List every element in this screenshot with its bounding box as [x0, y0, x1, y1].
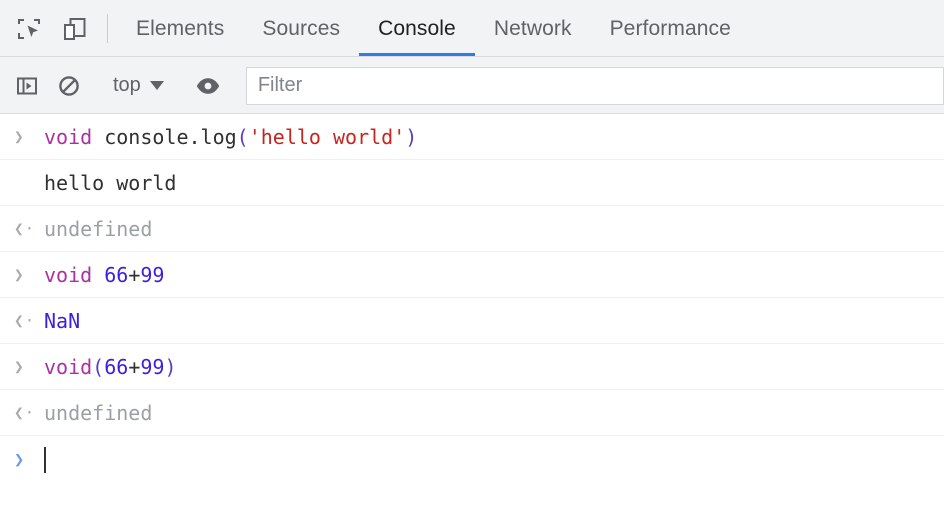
tab-network[interactable]: Network: [475, 0, 591, 57]
token-number: 66: [104, 354, 129, 379]
console-toolbar: top Filter: [0, 57, 944, 114]
tab-elements[interactable]: Elements: [117, 0, 243, 57]
token-number: 99: [140, 262, 165, 287]
filter-placeholder: Filter: [257, 74, 303, 96]
tab-sources-label: Sources: [262, 16, 341, 40]
prompt-arrow-icon: ❯: [14, 450, 25, 470]
output-marker-icon: [14, 219, 44, 238]
tab-elements-label: Elements: [136, 16, 225, 40]
device-toolbar-icon[interactable]: [52, 0, 98, 57]
console-sidebar-toggle-icon[interactable]: [6, 66, 48, 106]
input-marker-icon: [14, 357, 44, 376]
console-input-text: void(66+99): [44, 355, 177, 379]
text-cursor: [44, 447, 46, 473]
token-punct: (: [92, 354, 105, 379]
console-input-row[interactable]: void console.log('hello world'): [0, 114, 944, 160]
tab-network-label: Network: [493, 16, 572, 40]
token-punct: (: [236, 124, 249, 149]
console-result-text: NaN: [44, 309, 80, 333]
tab-performance-label: Performance: [609, 16, 731, 40]
console-message-list[interactable]: void console.log('hello world')hello wor…: [0, 114, 944, 532]
devtools-window: Elements Sources Console Network Perform…: [0, 0, 944, 532]
console-result-row[interactable]: undefined: [0, 206, 944, 252]
console-input-text: void 66+99: [44, 263, 164, 287]
console-sidebar-toggle-glyph: [17, 77, 37, 94]
inspect-element-glyph: [18, 18, 40, 39]
tab-console[interactable]: Console: [359, 0, 475, 57]
console-log-text: hello world: [44, 171, 176, 195]
console-empty-space: [0, 484, 944, 532]
chevron-down-icon: [149, 81, 164, 90]
token-keyword: void: [44, 354, 93, 379]
token-punct: ): [164, 354, 177, 379]
device-toolbar-glyph: [64, 17, 86, 40]
filter-input[interactable]: Filter: [245, 66, 944, 105]
token-plain: +: [128, 262, 141, 287]
token-plain: hello world: [44, 170, 177, 195]
output-marker-icon: [14, 403, 44, 422]
token-string: 'hello world': [248, 124, 406, 149]
console-prompt[interactable]: ❯: [0, 436, 944, 484]
token-number: 99: [140, 354, 165, 379]
console-input-row[interactable]: void(66+99): [0, 344, 944, 390]
tab-performance[interactable]: Performance: [591, 0, 750, 57]
console-input-row[interactable]: void 66+99: [0, 252, 944, 298]
execution-context-selector[interactable]: top: [107, 74, 170, 97]
token-plain: +: [128, 354, 141, 379]
console-input-text: void console.log('hello world'): [44, 125, 417, 149]
token-plain: console.log: [104, 124, 237, 149]
console-result-text: undefined: [44, 401, 152, 425]
console-log-row[interactable]: hello world: [0, 160, 944, 206]
console-result-text: undefined: [44, 217, 152, 241]
clear-console-icon[interactable]: [48, 66, 90, 106]
input-marker-icon: [14, 127, 44, 146]
eye-icon[interactable]: [187, 66, 229, 106]
inspect-element-icon[interactable]: [6, 0, 52, 57]
token-keyword: void: [44, 262, 105, 287]
devtools-tabbar: Elements Sources Console Network Perform…: [0, 0, 944, 57]
output-marker-icon: [14, 311, 44, 330]
eye-glyph: [196, 77, 220, 94]
console-result-row[interactable]: undefined: [0, 390, 944, 436]
token-undefined: undefined: [44, 400, 153, 425]
execution-context-value: top: [113, 74, 141, 96]
tab-sources[interactable]: Sources: [243, 0, 359, 57]
token-number: 66: [104, 262, 129, 287]
tab-console-label: Console: [378, 16, 456, 40]
token-keyword: void: [44, 124, 105, 149]
clear-console-glyph: [59, 75, 79, 96]
token-undefined: undefined: [44, 216, 153, 241]
input-marker-icon: [14, 265, 44, 284]
token-number: NaN: [44, 308, 81, 333]
tabbar-divider: [107, 14, 108, 43]
token-punct: ): [405, 124, 418, 149]
console-result-row[interactable]: NaN: [0, 298, 944, 344]
